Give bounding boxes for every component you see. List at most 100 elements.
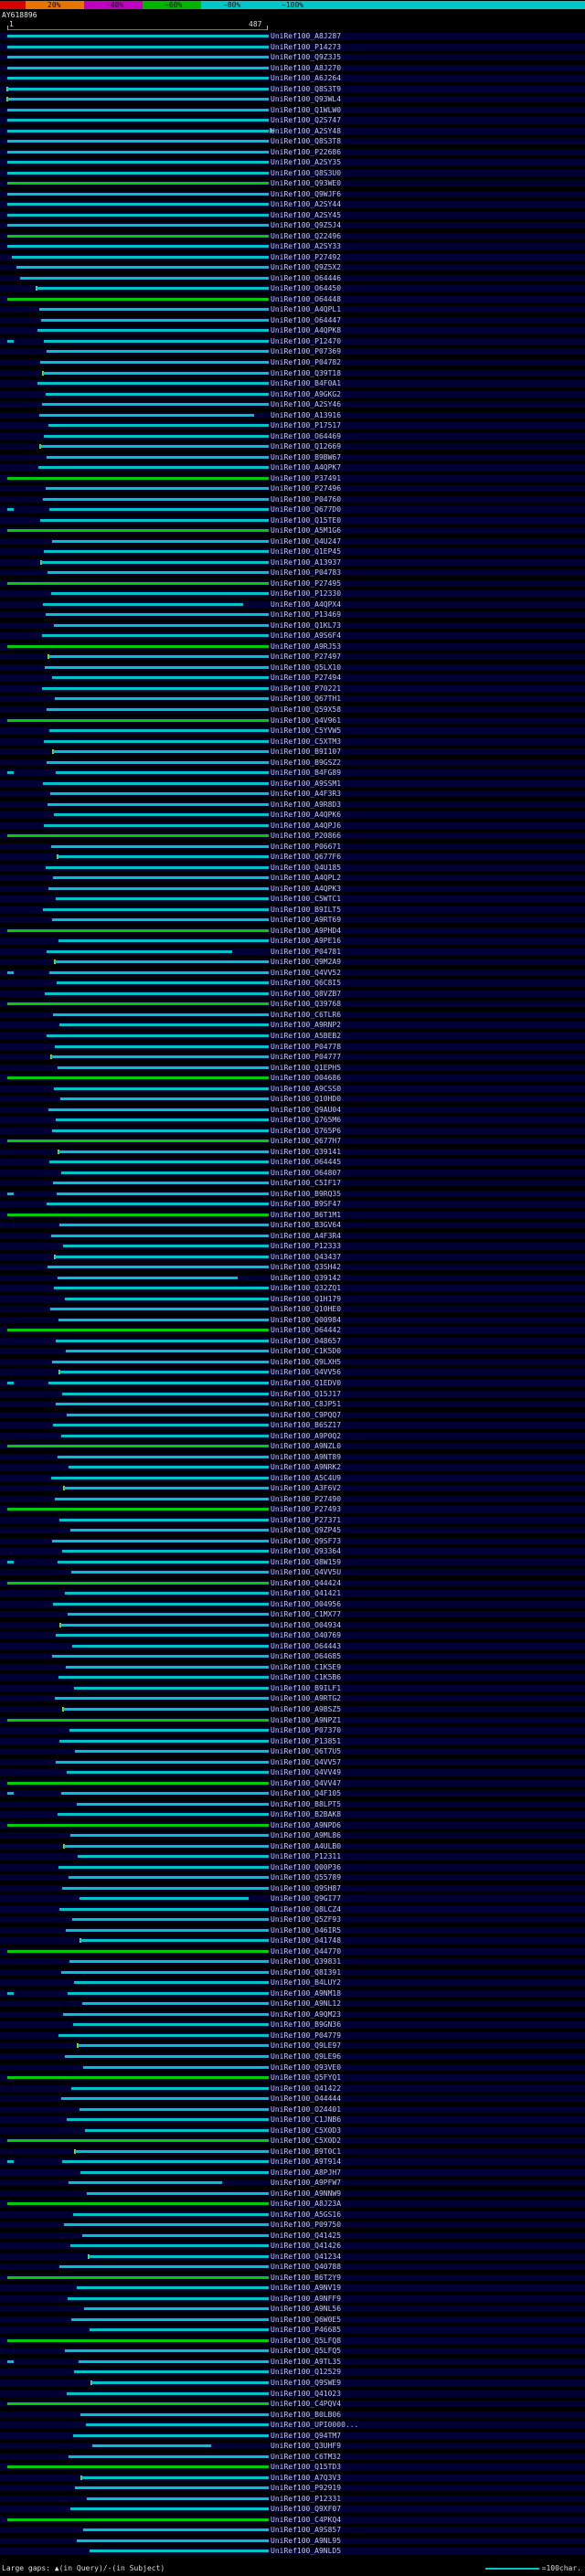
hit-bar[interactable] xyxy=(48,424,269,428)
hit-bar[interactable] xyxy=(52,1360,269,1363)
hit-label[interactable]: UniRef100_Q00P36 xyxy=(271,1863,341,1871)
hit-label[interactable]: UniRef100_P92919 xyxy=(271,2485,341,2492)
hit-label[interactable]: UniRef100_A9NL12 xyxy=(271,2000,341,2008)
hit-label[interactable]: UniRef100_Q9SF73 xyxy=(271,1537,341,1545)
hit-bar[interactable] xyxy=(7,718,269,722)
hit-label[interactable]: UniRef100_P04781 xyxy=(271,948,341,956)
hit-label[interactable]: UniRef100_Q5ZF93 xyxy=(271,1916,341,1924)
hit-bar[interactable] xyxy=(74,2370,269,2374)
hit-bar[interactable] xyxy=(67,2391,269,2395)
hit-label[interactable]: UniRef100_Q59X58 xyxy=(271,706,341,714)
hit-label[interactable]: UniRef100_Q41426 xyxy=(271,2242,341,2250)
hit-bar[interactable] xyxy=(38,466,269,470)
hit-bar[interactable] xyxy=(58,1518,269,1521)
hit-label[interactable]: UniRef100_Q9GI77 xyxy=(271,1895,341,1903)
hit-bar[interactable] xyxy=(45,487,269,491)
hit-bar[interactable] xyxy=(47,708,269,711)
hit-label[interactable]: UniRef100_O64445 xyxy=(271,1159,341,1166)
hit-bar[interactable] xyxy=(58,1739,269,1743)
hit-bar[interactable] xyxy=(43,907,269,911)
hit-bar[interactable] xyxy=(53,876,269,880)
hit-bar[interactable] xyxy=(83,2065,269,2069)
hit-label[interactable]: UniRef100_P04778 xyxy=(271,1043,341,1051)
hit-bar[interactable] xyxy=(68,2296,269,2300)
hit-label[interactable]: UniRef100_Q765M6 xyxy=(271,1117,341,1124)
hit-label[interactable]: UniRef100_Q00984 xyxy=(271,1316,341,1324)
hit-bar[interactable] xyxy=(7,77,269,80)
hit-bar[interactable] xyxy=(7,108,269,111)
hit-label[interactable]: UniRef100_Q15TD3 xyxy=(271,2464,341,2471)
hit-bar[interactable] xyxy=(7,182,269,186)
hit-bar[interactable] xyxy=(61,1171,269,1174)
hit-bar[interactable] xyxy=(68,1466,269,1469)
hit-label[interactable]: UniRef100_B4LUY2 xyxy=(271,1979,341,1987)
hit-bar[interactable] xyxy=(73,2433,269,2437)
hit-label[interactable]: UniRef100_Q4F105 xyxy=(271,1790,341,1797)
hit-bar[interactable] xyxy=(50,1055,269,1059)
hit-label[interactable]: UniRef100_A9NNW9 xyxy=(271,2189,341,2198)
hit-label[interactable]: UniRef100_A6J264 xyxy=(271,75,341,82)
hit-bar[interactable] xyxy=(91,2380,269,2384)
hit-label[interactable]: UniRef100_A9NPZ1 xyxy=(271,1716,341,1724)
hit-label[interactable]: UniRef100_P27497 xyxy=(271,653,341,661)
hit-bar[interactable] xyxy=(39,360,269,364)
hit-label[interactable]: UniRef100_Q5FYQ1 xyxy=(271,2074,341,2082)
hit-label[interactable]: UniRef100_A2SY33 xyxy=(271,243,341,250)
hit-label[interactable]: UniRef100_Q1KL73 xyxy=(271,621,341,630)
hit-bar[interactable] xyxy=(54,813,269,817)
hit-label[interactable]: UniRef100_O46IR5 xyxy=(271,1926,341,1935)
hit-label[interactable]: UniRef100_P27493 xyxy=(271,1506,341,1513)
hit-label[interactable]: UniRef100_A9ML86 xyxy=(271,1832,341,1839)
hit-bar[interactable] xyxy=(46,613,269,617)
hit-label[interactable]: UniRef100_C6TM32 xyxy=(271,2453,341,2461)
hit-bar[interactable] xyxy=(48,1382,269,1384)
hit-label[interactable]: UniRef100_C5X0D2 xyxy=(271,2137,341,2145)
hit-bar[interactable] xyxy=(7,98,269,101)
hit-bar[interactable] xyxy=(55,1403,269,1406)
hit-label[interactable]: UniRef100_A2SY48 xyxy=(271,127,341,135)
hit-bar[interactable] xyxy=(54,623,269,627)
hit-label[interactable]: UniRef100_Q41425 xyxy=(271,2231,341,2240)
hit-bar[interactable] xyxy=(77,2044,269,2048)
hit-label[interactable]: UniRef100_O04934 xyxy=(271,1621,341,1629)
hit-bar[interactable] xyxy=(58,855,269,859)
hit-bar[interactable] xyxy=(43,371,269,375)
hit-label[interactable]: UniRef100_O24401 xyxy=(271,2105,341,2114)
hit-bar[interactable] xyxy=(69,2454,269,2458)
hit-bar[interactable] xyxy=(59,1907,269,1911)
hit-bar[interactable] xyxy=(7,161,269,164)
hit-label[interactable]: UniRef100_B6T2Y9 xyxy=(271,2274,341,2282)
hit-bar[interactable] xyxy=(65,1928,269,1932)
hit-label[interactable]: UniRef100_C1JNB6 xyxy=(271,2116,341,2124)
hit-bar[interactable] xyxy=(58,1560,269,1564)
hit-bar[interactable] xyxy=(7,203,269,207)
hit-bar[interactable] xyxy=(46,392,269,396)
hit-bar[interactable] xyxy=(76,2286,269,2290)
hit-bar[interactable] xyxy=(7,56,269,59)
hit-bar[interactable] xyxy=(87,2496,269,2500)
hit-label[interactable]: UniRef100_P09750 xyxy=(271,2221,341,2229)
hit-label[interactable]: UniRef100_Q6W0E5 xyxy=(271,2316,341,2324)
hit-label[interactable]: UniRef100_A5M1G6 xyxy=(271,527,341,535)
hit-label[interactable]: UniRef100_C5XTM3 xyxy=(271,737,341,746)
hit-bar[interactable] xyxy=(74,1981,269,1985)
hit-label[interactable]: UniRef100_C1K5B6 xyxy=(271,1674,341,1681)
hit-label[interactable]: UniRef100_B9T0C1 xyxy=(271,2147,341,2156)
hit-bar[interactable] xyxy=(62,2160,269,2164)
hit-label[interactable]: UniRef100_Q9WJF6 xyxy=(271,190,341,198)
hit-bar[interactable] xyxy=(60,1434,269,1437)
hit-label[interactable]: UniRef100_A4QPK7 xyxy=(271,464,341,472)
hit-label[interactable]: UniRef100_A9R8D3 xyxy=(271,800,341,809)
hit-bar[interactable] xyxy=(54,1497,269,1500)
hit-bar[interactable] xyxy=(75,2486,269,2490)
hit-label[interactable]: UniRef100_Q5LX10 xyxy=(271,663,341,672)
hit-bar[interactable] xyxy=(80,1939,269,1943)
hit-bar[interactable] xyxy=(44,823,269,827)
hit-bar[interactable] xyxy=(7,66,269,69)
hit-bar[interactable] xyxy=(47,802,269,806)
hit-bar[interactable] xyxy=(7,1002,269,1006)
hit-bar[interactable] xyxy=(49,729,269,733)
hit-bar[interactable] xyxy=(51,676,269,680)
hit-label[interactable]: UniRef100_Q10HE0 xyxy=(271,1306,341,1313)
hit-label[interactable]: UniRef100_O64442 xyxy=(271,1327,341,1334)
